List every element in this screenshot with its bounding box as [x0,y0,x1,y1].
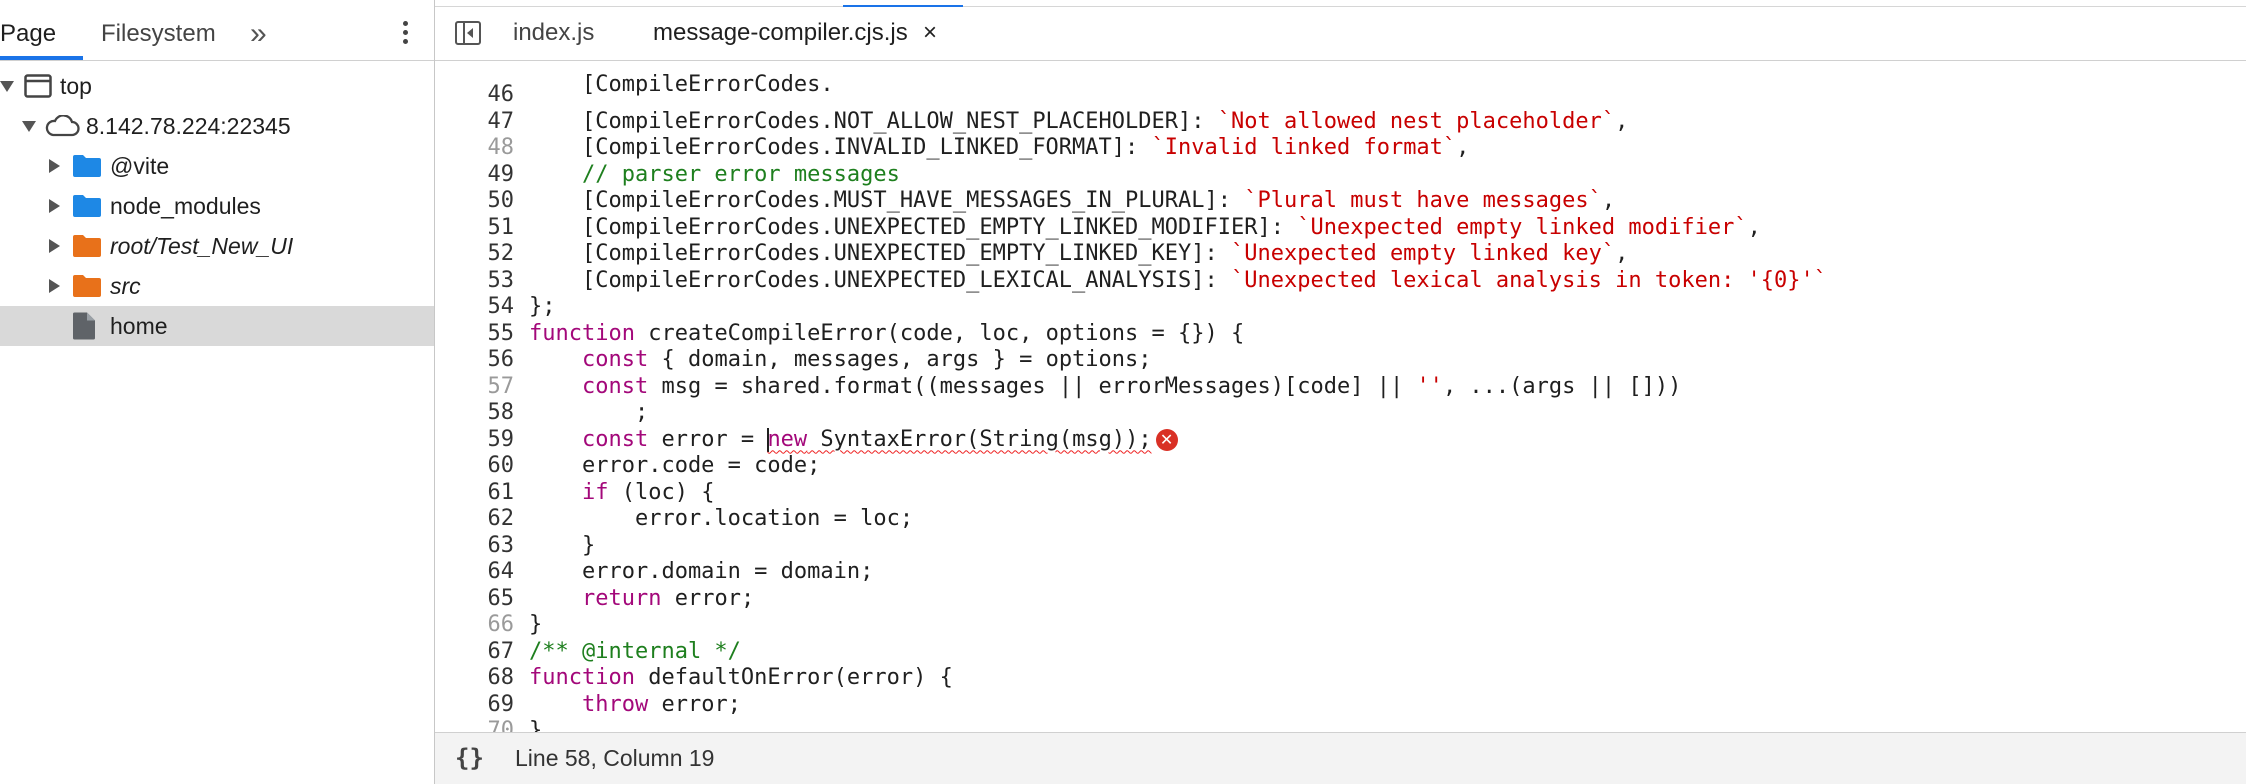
folder-icon [73,155,101,177]
folder-icon [73,235,101,257]
code-line: 49 [CompileErrorCodes.MUST_HAVE_MESSAGES… [435,135,2246,214]
toggle-navigator-icon[interactable] [455,21,481,45]
code-line: 51 [CompileErrorCodes.UNEXPECTED_EMPTY_L… [435,188,2246,267]
editor-tab-bar: index.js message-compiler.cjs.js × [435,7,2246,61]
tree-item-node-modules[interactable]: node_modules [0,186,434,226]
top-border [435,0,2246,7]
cloud-icon [45,115,80,137]
tree-item-host[interactable]: 8.142.78.224:22345 [0,106,434,146]
code-line: 55 const { domain, messages, args } = op… [435,294,2246,373]
collapsed-arrow-icon[interactable] [46,266,62,306]
collapsed-arrow-icon[interactable] [46,146,62,186]
tree-item-home[interactable]: home [0,306,434,346]
navigator-panel: Page Filesystem » top 8.142.78.224:22345 [0,0,435,784]
more-options-icon[interactable] [398,18,412,50]
folder-icon [73,275,101,297]
tab-page-label: Page [0,20,57,47]
code-line: 46 [CompileErrorCodes.NOT_ALLOW_NEST_PLA… [435,61,2246,134]
code-line: 64 return error; [435,533,2246,611]
collapsed-arrow-icon[interactable] [46,186,62,226]
code-line: 66 /** @internal */ [435,586,2246,664]
tree-item-root-test-new-ui[interactable]: root/Test_New_UI [0,226,434,266]
tree-item-label: home [110,313,168,339]
tree-item-label: root/Test_New_UI [110,233,294,259]
tab-filesystem[interactable]: Filesystem [101,8,216,60]
code-line: 54 function createCompileError(code, loc… [435,268,2246,346]
expanded-arrow-icon[interactable] [0,66,16,106]
code-line: 57 ; [435,347,2246,426]
tree-item-top[interactable]: top [0,66,434,106]
tree-item-label: @vite [110,153,170,179]
navigator-tabs: Page Filesystem » [0,8,434,61]
code-line: 50 [CompileErrorCodes.UNEXPECTED_EMPTY_L… [435,162,2246,240]
tab-message-compiler[interactable]: message-compiler.cjs.js [653,7,908,60]
code-line: 48 // parser error messages [435,109,2246,187]
more-tabs-chevron-icon[interactable]: » [250,8,267,60]
pretty-print-icon[interactable]: {} [455,733,484,784]
frame-icon [24,74,52,98]
status-bar: {} Line 58, Column 19 [435,732,2246,784]
code-line: 52 [CompileErrorCodes.UNEXPECTED_LEXICAL… [435,215,2246,293]
folder-icon [73,195,101,217]
code-editor[interactable]: [CompileErrorCodes. 46 [CompileErrorCode… [435,61,2246,733]
code-line: 56 const msg = shared.format((messages |… [435,321,2246,399]
collapsed-arrow-icon[interactable] [46,226,62,266]
tree-item-label: top [60,73,92,99]
tree-item-src[interactable]: src [0,266,434,306]
code-line: 65 } [435,559,2246,638]
tree-item-label: node_modules [110,193,261,219]
tree-item-label: 8.142.78.224:22345 [86,113,291,139]
code-line: 68 throw error; [435,639,2246,717]
cursor-position: Line 58, Column 19 [515,745,715,771]
tab-page[interactable]: Page [0,8,83,60]
code-line: 47 [CompileErrorCodes.INVALID_LINKED_FOR… [435,82,2246,161]
code-line-partial [435,718,2246,732]
code-line: 67 function defaultOnError(error) { [435,612,2246,691]
close-tab-icon[interactable]: × [923,7,937,59]
code-line: 62 } [435,480,2246,558]
code-line: 59 error.code = code; [435,400,2246,479]
tab-index-js[interactable]: index.js [513,7,594,60]
code-line: 53 }; [435,241,2246,320]
tree-item-label: src [110,273,141,299]
code-line: 70 [435,692,2246,732]
active-tab-indicator [0,56,83,60]
file-icon [73,312,95,340]
code-line-current: 58 const error = new SyntaxError(String(… [435,374,2246,452]
expanded-arrow-icon[interactable] [22,106,38,146]
code-line: 61 error.location = loc; [435,453,2246,532]
code-line: 69 } [435,665,2246,733]
code-line: 60 if (loc) { [435,427,2246,505]
code-line: 63 error.domain = domain; [435,506,2246,585]
tree-item-vite[interactable]: @vite [0,146,434,186]
